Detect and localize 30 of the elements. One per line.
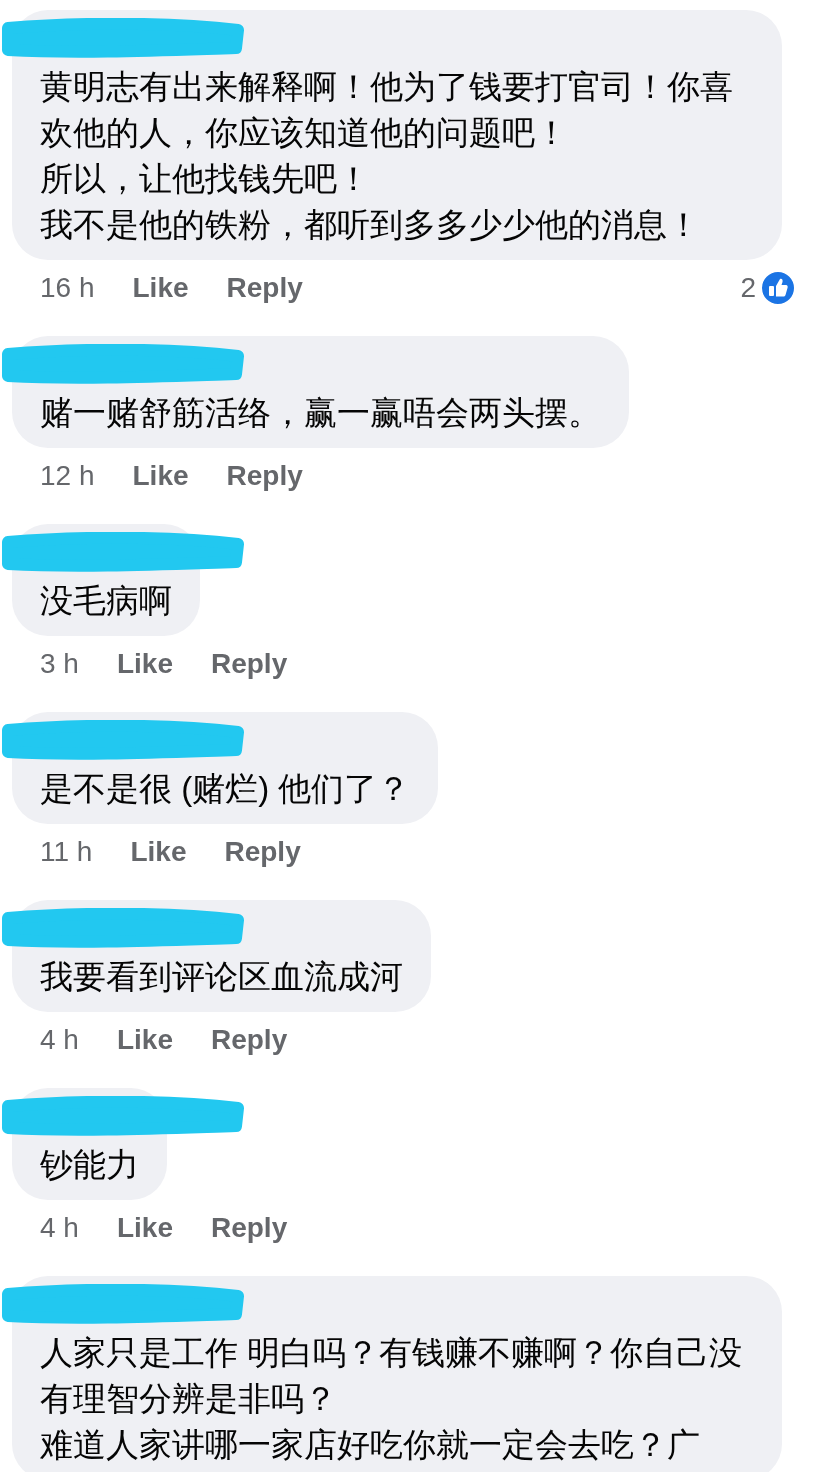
like-link[interactable]: Like — [116, 1207, 173, 1249]
comment-text: 所以，让他找钱先吧！ — [40, 159, 371, 199]
comment-time: 3 h — [40, 647, 79, 681]
comment-text: 我要看到评论区血流成河 — [40, 957, 403, 997]
comment-text: 我不是他的铁粉，都听到多多少少他的消息！ — [40, 205, 701, 245]
comment-text: 钞能力 — [40, 1145, 139, 1185]
comment-text: 是不是很 (赌烂) 他们了？ — [40, 769, 411, 809]
reply-link[interactable]: Reply — [210, 643, 288, 685]
like-link[interactable]: Like — [130, 831, 187, 873]
comment-text: 人家只是工作 明白吗？有钱赚不赚啊？你自己没有理智分辨是非吗？ — [40, 1333, 744, 1419]
reply-link[interactable]: Reply — [224, 831, 301, 873]
comment-time: 4 h — [40, 1211, 79, 1245]
thumbs-up-icon — [760, 270, 796, 306]
like-link[interactable]: Like — [116, 1019, 173, 1061]
like-link[interactable]: Like — [132, 267, 189, 309]
comment-time: 4 h — [40, 1023, 79, 1057]
like-link[interactable]: Like — [116, 643, 173, 685]
reply-link[interactable]: Reply — [226, 455, 303, 497]
reply-link[interactable]: Reply — [210, 1207, 288, 1249]
comment-time: 16 h — [40, 271, 95, 305]
reply-link[interactable]: Reply — [210, 1019, 288, 1061]
reaction-count: 2 — [740, 271, 756, 305]
comment-text: 黄明志有出来解释啊！他为了钱要打官司！你喜欢他的人，你应该知道他的问题吧！ — [40, 67, 734, 153]
like-link[interactable]: Like — [132, 455, 189, 497]
comment-time: 12 h — [40, 459, 95, 493]
comment-time: 11 h — [40, 835, 93, 869]
comment-text: 没毛病啊 — [40, 581, 172, 621]
reply-link[interactable]: Reply — [226, 267, 303, 309]
comment-text: 难道人家讲哪一家店好吃你就一定会去吃？广 — [40, 1425, 701, 1465]
comment-text: 赌一赌舒筋活络，赢一赢唔会两头摆。 — [40, 393, 601, 433]
